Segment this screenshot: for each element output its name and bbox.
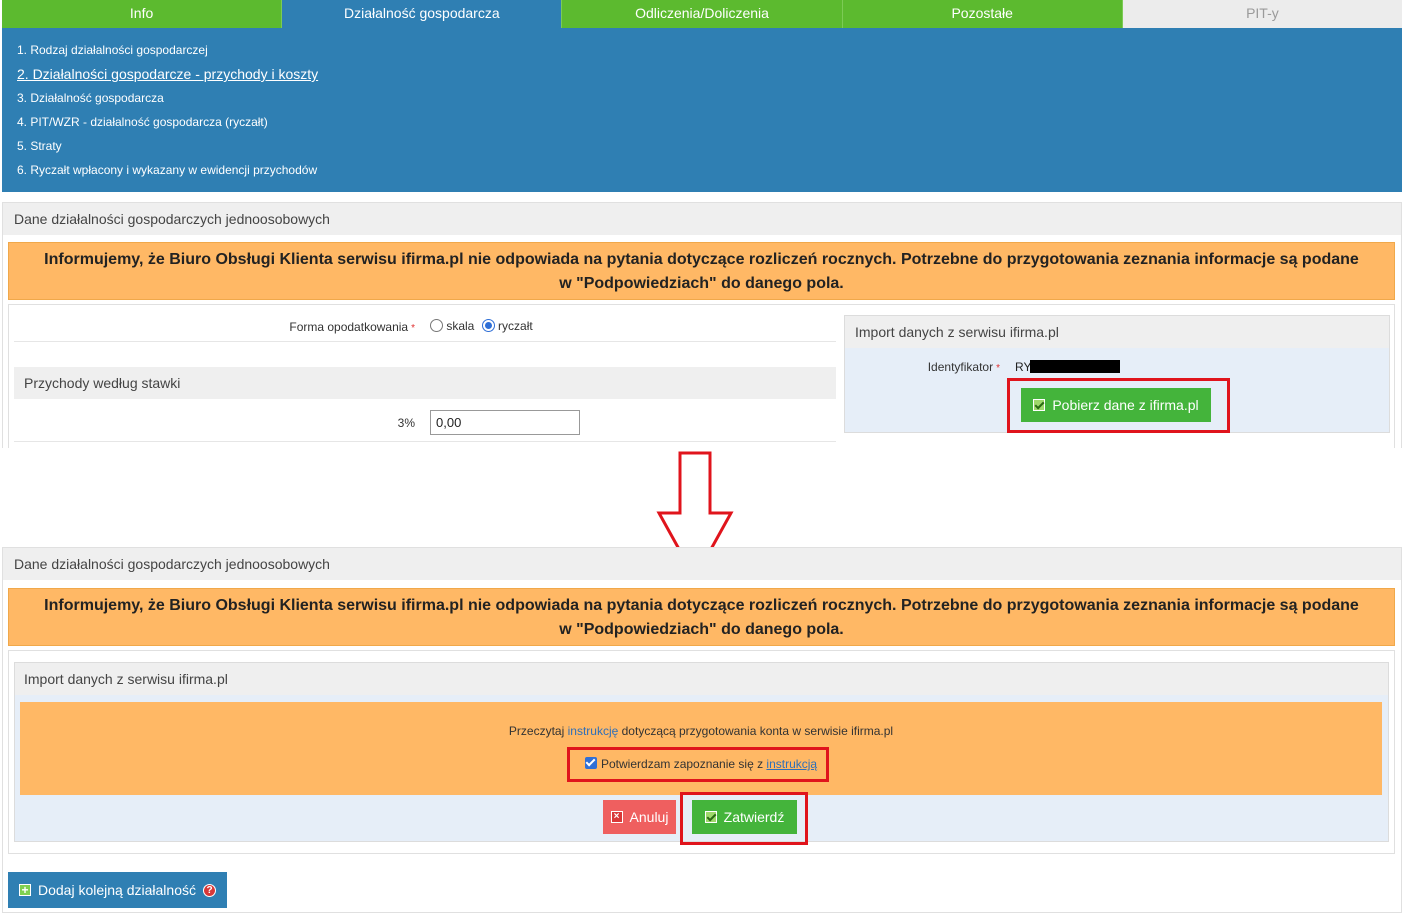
tab-pity[interactable]: PIT-y (1122, 0, 1403, 28)
read-instructions-text: Przeczytaj instrukcję dotyczącą przygoto… (20, 724, 1382, 738)
highlight-box-pobierz (1007, 378, 1230, 433)
identyfikator-prefix: RY (1015, 360, 1032, 374)
tab-dzialalnosc[interactable]: Działalność gospodarcza (282, 0, 563, 28)
rate-row (14, 404, 836, 442)
identyfikator-label-text: Identyfikator (927, 360, 994, 374)
top-info-alert: Informujemy, że Biuro Obsługi Klienta se… (8, 242, 1395, 300)
required-marker: * (411, 323, 415, 334)
top-import-title: Import danych z serwisu ifirma.pl (845, 316, 1389, 348)
forma-label: Forma opodatkowania * (180, 320, 415, 334)
tab-pozostale[interactable]: Pozostałe (842, 0, 1123, 28)
identyfikator-value: RY (1015, 360, 1031, 374)
plus-icon: + (19, 884, 31, 896)
identyfikator-label: Identyfikator * (880, 360, 1000, 374)
przychody-heading: Przychody według stawki (14, 367, 836, 399)
subnav-item-przychody-koszty[interactable]: 2. Działalności gospodarcze - przychody … (17, 66, 1402, 90)
cancel-x-icon: × (610, 811, 623, 823)
rate-3-input[interactable] (430, 410, 580, 435)
subnav-item-dzialalnosc[interactable]: 3. Działalność gospodarcza (17, 90, 1402, 114)
option-ryczalt-label: ryczałt (498, 319, 533, 333)
forma-options: skala ryczałt (430, 319, 533, 333)
instrukcje-link[interactable]: instrukcję (568, 724, 619, 738)
identyfikator-redacted-bar (1030, 360, 1120, 373)
read-prefix: Przeczytaj (508, 724, 568, 738)
highlight-box-zatwierdz (680, 792, 808, 845)
subnav-item-pit-wzr[interactable]: 4. PIT/WZR - działalność gospodarcza (ry… (17, 114, 1402, 138)
anuluj-label: Anuluj (629, 809, 669, 825)
radio-skala[interactable] (430, 319, 443, 332)
forma-label-text: Forma opodatkowania (289, 320, 409, 334)
dodaj-label: Dodaj kolejną działalność (38, 882, 196, 898)
section-nav: 1. Rodzaj działalności gospodarczej 2. D… (2, 28, 1402, 192)
forma-row (14, 313, 836, 342)
read-suffix: dotyczącą przygotowania konta w serwisie… (618, 724, 894, 738)
required-marker: * (996, 363, 1000, 374)
tab-info[interactable]: Info (2, 0, 283, 28)
dodaj-dzialalnosc-button[interactable]: + Dodaj kolejną działalność? (8, 872, 227, 908)
top-section-title: Dane działalności gospodarczych jednooso… (3, 203, 1401, 235)
main-tabs: Info Działalność gospodarcza Odliczenia/… (2, 0, 1403, 28)
rate-label: 3% (397, 416, 415, 430)
anuluj-button[interactable]: × Anuluj (603, 800, 676, 834)
subnav-item-ryczalt-wplacony[interactable]: 6. Ryczałt wpłacony i wykazany w ewidenc… (17, 162, 1402, 186)
bottom-import-title: Import danych z serwisu ifirma.pl (15, 663, 1388, 695)
option-skala-label: skala (446, 319, 475, 333)
radio-ryczalt[interactable] (481, 319, 495, 332)
tab-odliczenia[interactable]: Odliczenia/Doliczenia (562, 0, 843, 28)
subnav-item-rodzaj[interactable]: 1. Rodzaj działalności gospodarczej (17, 42, 1402, 66)
bottom-section-title: Dane działalności gospodarczych jednooso… (3, 548, 1401, 580)
subnav-item-straty[interactable]: 5. Straty (17, 138, 1402, 162)
highlight-box-confirm (567, 747, 829, 782)
bottom-info-alert: Informujemy, że Biuro Obsługi Klienta se… (8, 588, 1395, 646)
help-icon[interactable]: ? (203, 883, 216, 897)
